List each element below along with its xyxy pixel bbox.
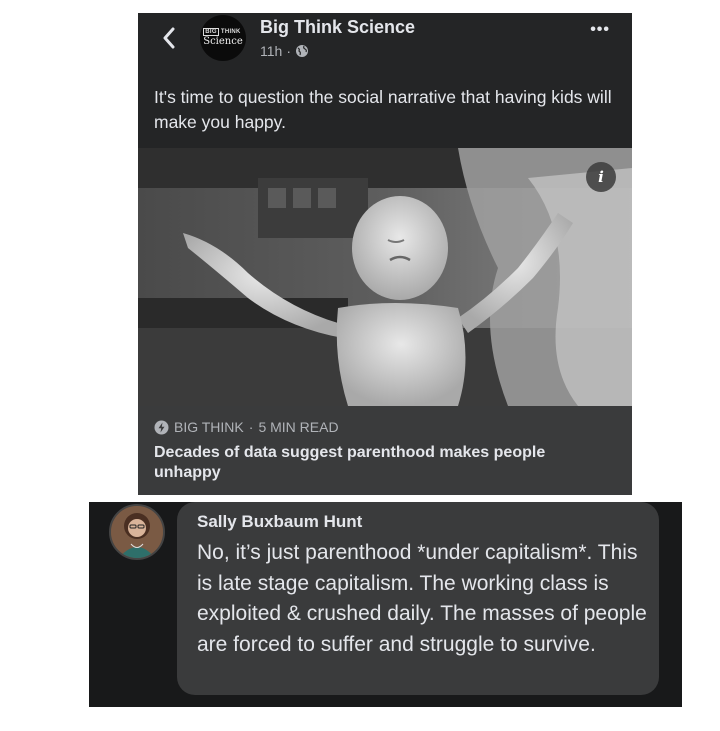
comment-author[interactable]: Sally Buxbaum Hunt: [197, 512, 362, 532]
link-source-name: BIG THINK: [174, 419, 244, 435]
lightning-bolt-icon: [154, 420, 169, 434]
link-preview[interactable]: BIG THINK · 5 MIN READ Decades of data s…: [138, 406, 632, 495]
post-caption: It's time to question the social narrati…: [154, 87, 612, 132]
globe-icon: [296, 45, 308, 57]
comment-section: Sally Buxbaum Hunt No, it’s just parenth…: [89, 502, 682, 707]
commenter-photo: [111, 506, 163, 558]
back-arrow-icon: [163, 27, 175, 49]
post-card: BIG THINK Science Big Think Science 11h ·…: [138, 13, 632, 495]
avatar[interactable]: [109, 504, 165, 560]
link-headline[interactable]: Decades of data suggest parenthood makes…: [154, 443, 614, 483]
logo-text-top: BIG THINK: [203, 28, 241, 36]
post-time[interactable]: 11h: [260, 43, 282, 59]
comment-bubble: Sally Buxbaum Hunt No, it’s just parenth…: [177, 502, 659, 695]
post-photo[interactable]: i: [138, 148, 632, 406]
newborn-photo: [138, 148, 632, 406]
comment-text: No, it’s just parenthood *under capitali…: [197, 541, 647, 656]
link-read-time: 5 MIN READ: [258, 419, 339, 435]
logo-text-bottom: Science: [203, 36, 243, 47]
back-button[interactable]: [158, 23, 180, 53]
more-options-icon[interactable]: •••: [590, 21, 610, 39]
info-icon[interactable]: i: [586, 162, 616, 192]
page-avatar[interactable]: BIG THINK Science: [200, 15, 246, 61]
page-name[interactable]: Big Think Science: [260, 17, 415, 38]
link-source: BIG THINK · 5 MIN READ: [154, 419, 339, 435]
link-separator: ·: [248, 419, 254, 435]
meta-separator: ·: [286, 43, 291, 59]
post-meta: 11h ·: [260, 43, 309, 59]
